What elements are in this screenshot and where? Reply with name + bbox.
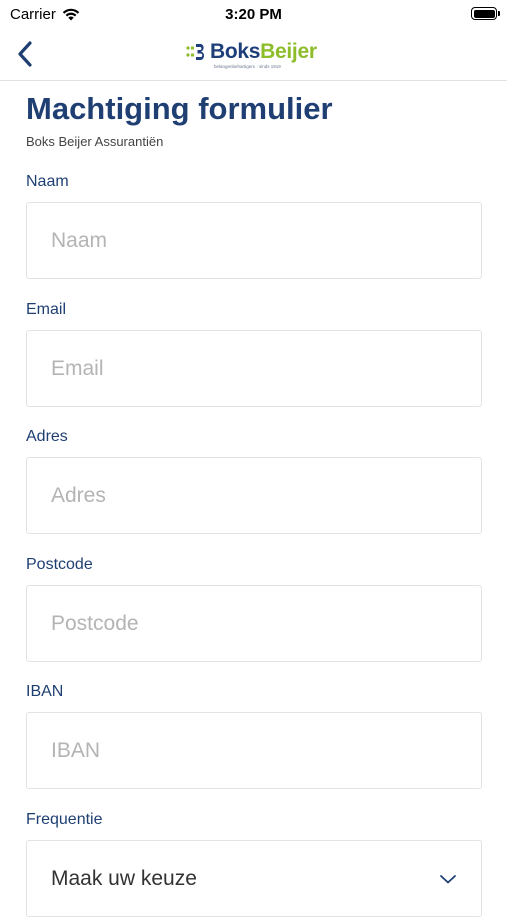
email-field-box[interactable] xyxy=(26,330,482,407)
frequentie-field-group: Frequentie Maak uw keuze xyxy=(26,810,482,917)
iban-input[interactable] xyxy=(51,738,457,763)
postcode-field-box[interactable] xyxy=(26,585,482,662)
email-input[interactable] xyxy=(51,356,457,381)
frequentie-label: Frequentie xyxy=(26,811,103,828)
form-content: Machtiging formulier Boks Beijer Assuran… xyxy=(26,90,482,917)
naam-field-group: Naam xyxy=(26,172,482,279)
page-title: Machtiging formulier xyxy=(26,91,333,126)
email-label: Email xyxy=(26,301,67,318)
logo-tagline: belangenbehartigers · sinds 1919 xyxy=(214,64,281,69)
page-subtitle: Boks Beijer Assurantiën xyxy=(26,134,164,149)
naam-label: Naam xyxy=(26,173,69,190)
boks-beijer-logo: BoksBeijer belangenbehartigers · sinds 1… xyxy=(186,41,317,69)
logo-wordmark: BoksBeijer xyxy=(210,41,317,63)
postcode-input[interactable] xyxy=(51,611,457,636)
naam-field-box[interactable] xyxy=(26,202,482,279)
iban-field-group: IBAN xyxy=(26,682,482,789)
naam-input[interactable] xyxy=(51,228,457,253)
adres-field-group: Adres xyxy=(26,427,482,534)
chevron-down-icon xyxy=(440,874,456,883)
iban-field-box[interactable] xyxy=(26,712,482,789)
logo-text-boks: Boks xyxy=(210,40,261,63)
postcode-field-group: Postcode xyxy=(26,555,482,662)
frequentie-select[interactable]: Maak uw keuze xyxy=(26,840,482,917)
postcode-label: Postcode xyxy=(26,556,93,573)
adres-field-box[interactable] xyxy=(26,457,482,534)
iban-label: IBAN xyxy=(26,683,64,700)
adres-input[interactable] xyxy=(51,483,457,508)
status-time: 3:20 PM xyxy=(225,6,282,23)
email-field-group: Email xyxy=(26,300,482,407)
battery-icon xyxy=(471,7,500,20)
back-chevron-icon[interactable] xyxy=(14,37,40,71)
logo-text-beijer: Beijer xyxy=(260,40,317,63)
adres-label: Adres xyxy=(26,428,68,445)
frequentie-selected-value: Maak uw keuze xyxy=(51,866,197,890)
status-bar: Carrier 3:20 PM xyxy=(0,0,507,30)
logo-mark-icon xyxy=(186,44,205,60)
navigation-bar: BoksBeijer belangenbehartigers · sinds 1… xyxy=(0,30,507,81)
